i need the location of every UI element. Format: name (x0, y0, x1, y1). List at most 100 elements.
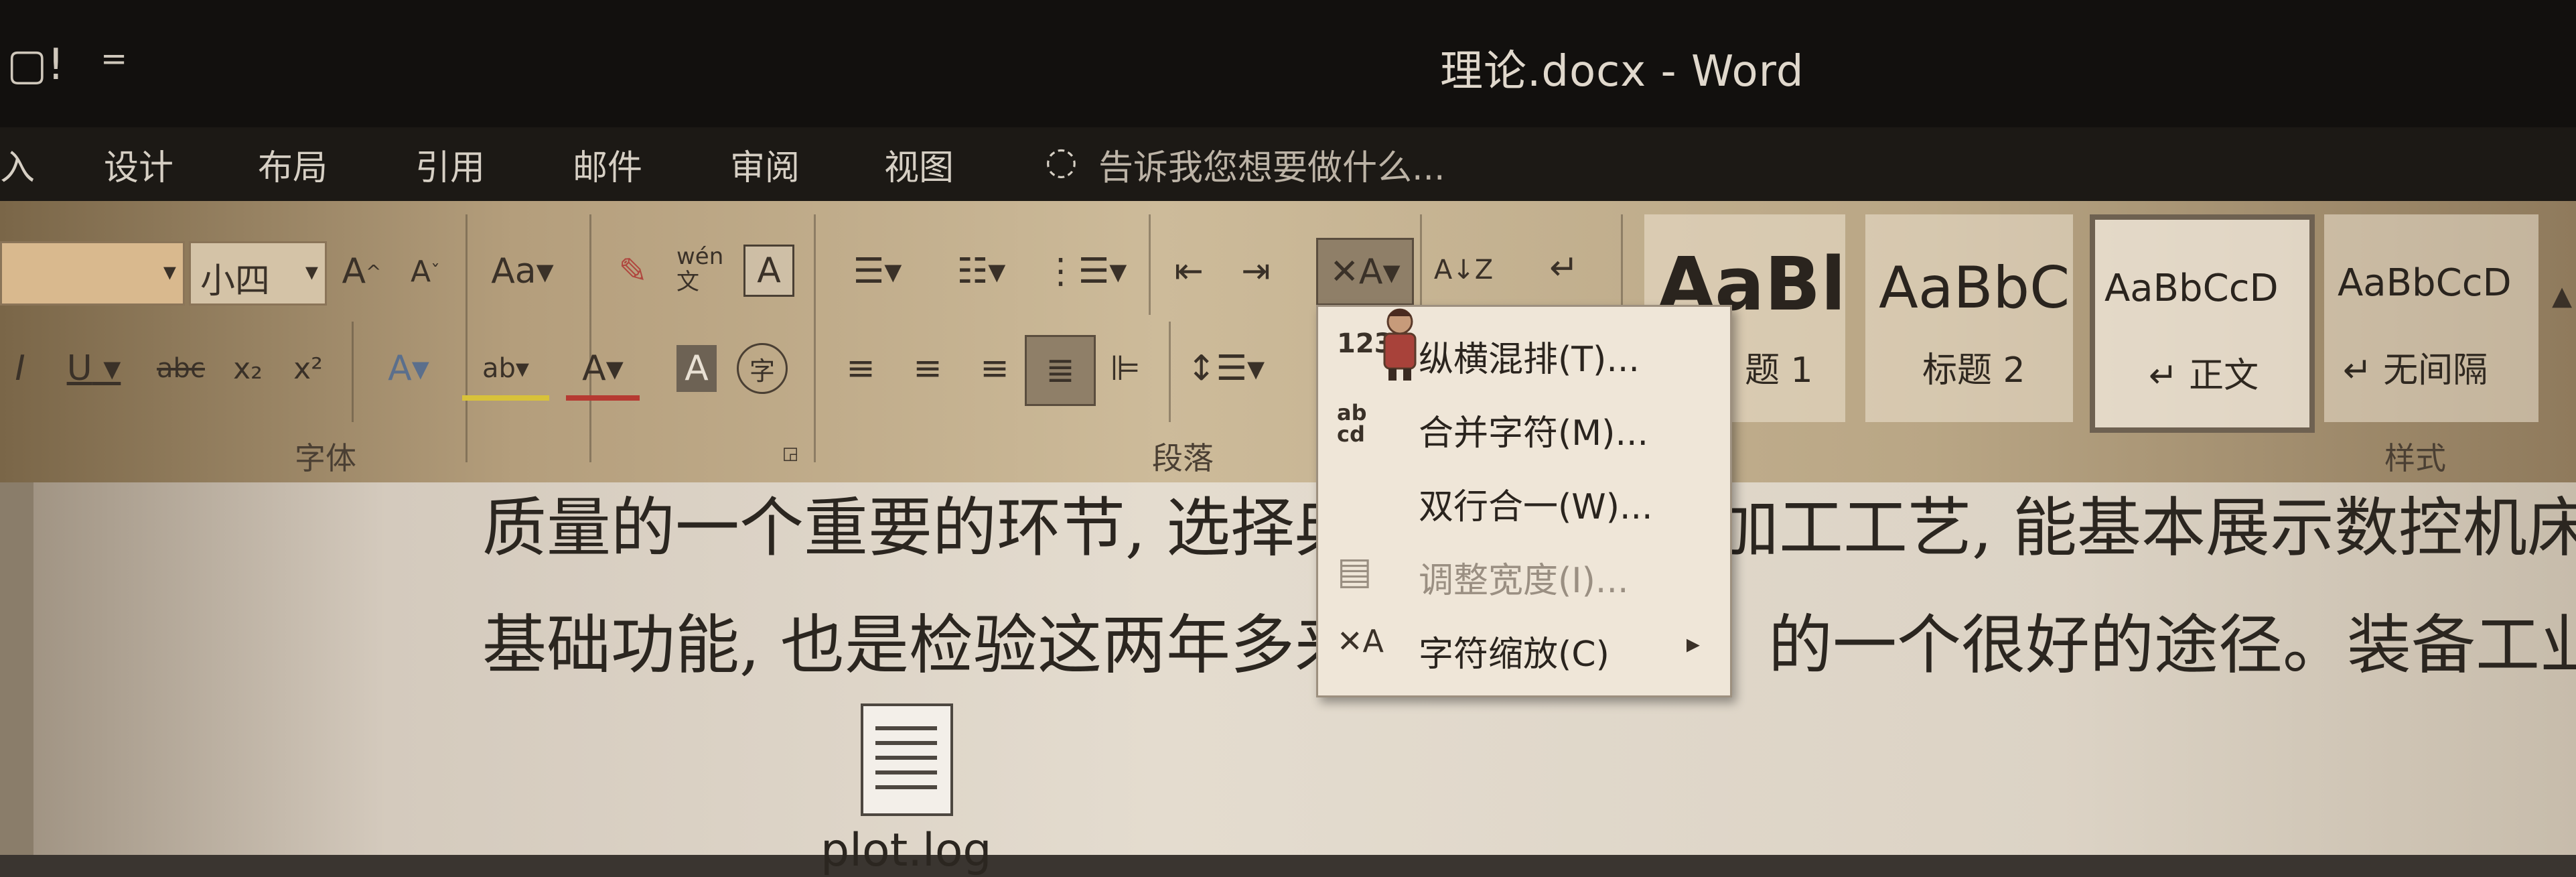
increase-indent-icon[interactable]: ⇥ (1229, 245, 1283, 298)
highlight-button[interactable]: ab ▾ (462, 342, 549, 401)
font-group-label: 字体 (295, 440, 356, 476)
submenu-arrow-icon: ▸ (1686, 628, 1700, 659)
style-preview: AaBbCcD (2338, 261, 2512, 305)
style-preview: AaBbCcD (2104, 267, 2279, 310)
line-spacing-button[interactable]: ↕☰▾ (1182, 342, 1269, 395)
grow-font-icon: A (342, 251, 366, 291)
tab-references[interactable]: 引用 (415, 139, 485, 190)
char-border-icon: A (757, 251, 781, 291)
distributed-icon[interactable]: ⊫ (1098, 342, 1152, 395)
shrink-font-icon: A (410, 254, 431, 289)
asian-layout-button[interactable]: ✕A ▾ (1316, 238, 1414, 306)
tab-review[interactable]: 审阅 (730, 139, 800, 190)
separator (1149, 214, 1151, 315)
tab-insert[interactable]: 入 (0, 139, 35, 190)
separator (1420, 214, 1422, 315)
show-marks-button[interactable]: ↵ (1541, 241, 1587, 295)
char-shading-button[interactable]: A (676, 345, 717, 392)
justify-icon[interactable]: ≣ (1025, 335, 1096, 406)
menu-item-label: 合并字符(M)... (1419, 413, 1649, 454)
menu-item-combine-characters[interactable]: ab cd 合并字符(M)... (1318, 387, 1730, 461)
font-size-value: 小四 (200, 261, 271, 301)
combine-characters-icon: ab cd (1337, 400, 1367, 447)
separator (1169, 322, 1171, 422)
grow-font-button[interactable]: A ^ (338, 245, 385, 298)
subscript-icon: x₂ (233, 351, 263, 386)
menu-item-label: 双行合一(W)... (1419, 487, 1653, 527)
menu-item-label: 调整宽度(I)... (1419, 561, 1629, 601)
align-left-icon[interactable]: ≡ (834, 342, 887, 395)
style-name: ↵ 无间隔 (2343, 350, 2488, 391)
separator (589, 214, 591, 462)
styles-scroll-up-icon[interactable]: ▴ (2549, 255, 2575, 335)
style-heading-2[interactable]: AaBbC 标题 2 (1865, 214, 2073, 422)
ribbon-tab-bar: 入 设计 布局 引用 邮件 审阅 视图 ◌ 告诉我您想要做什么... (0, 127, 2576, 201)
align-right-icon[interactable]: ≡ (968, 342, 1021, 395)
document-text-line[interactable]: 质量的一个重要的环节, 选择典 (482, 476, 1359, 569)
text-effects-button[interactable]: A ▾ (372, 342, 445, 395)
separator (352, 322, 354, 422)
menu-item-label: 纵横混排(T)... (1419, 340, 1640, 380)
superscript-icon: x² (293, 351, 323, 386)
underline-button[interactable]: U ▾ (60, 342, 127, 395)
title-bar: ▢! = 理论.docx - Word (0, 0, 2576, 127)
char-border-button[interactable]: A (743, 245, 794, 297)
cursor-avatar-icon (1383, 308, 1417, 381)
align-center-icon[interactable]: ≡ (901, 342, 954, 395)
chevron-down-icon: ▾ (305, 257, 318, 286)
window-title: 理论.docx - Word (1440, 47, 1804, 96)
customize-quick-access-icon[interactable]: = (100, 40, 127, 78)
text-effects-icon: A (388, 348, 412, 389)
font-color-button[interactable]: A ▾ (566, 342, 640, 401)
highlight-icon: ab (482, 353, 516, 384)
change-case-button[interactable]: Aa ▾ (482, 245, 563, 298)
enclose-char-button[interactable]: 字 (737, 343, 788, 394)
decrease-indent-icon[interactable]: ⇤ (1162, 245, 1216, 298)
bullets-button[interactable]: ☰▾ (834, 245, 921, 298)
sort-button[interactable]: A↓Z (1433, 238, 1494, 301)
italic-button[interactable]: I (3, 342, 37, 395)
file-icon[interactable] (861, 703, 953, 816)
font-name-dropdown[interactable]: ▾ (0, 241, 185, 306)
subscript-button[interactable]: x₂ (224, 342, 271, 395)
style-preview: AaBbC (1879, 255, 2070, 322)
paragraph-marks-icon: ↵ (1549, 248, 1579, 288)
char-shading-icon: A (685, 348, 709, 389)
menu-item-fit-text[interactable]: ▤ 调整宽度(I)... (1318, 535, 1730, 608)
font-dialog-launcher-icon[interactable]: ◲ (780, 444, 800, 464)
style-name: ↵ 正文 (2149, 356, 2259, 396)
numbering-button[interactable]: ☷▾ (938, 245, 1025, 298)
tab-view[interactable]: 视图 (884, 139, 954, 190)
sort-icon: A↓Z (1433, 254, 1494, 285)
tell-me-search[interactable]: 告诉我您想要做什么... (1098, 139, 1445, 190)
menu-item-two-lines-in-one[interactable]: 双行合一(W)... (1318, 461, 1730, 535)
menu-item-label: 字符缩放(C) (1419, 634, 1609, 675)
document-text-line[interactable]: 加工工艺, 能基本展示数控机床 (1715, 476, 2576, 569)
enclose-char-icon: 字 (749, 356, 775, 386)
style-no-spacing[interactable]: AaBbCcD ↵ 无间隔 (2324, 214, 2538, 422)
clear-formatting-icon[interactable]: ✎ (606, 245, 660, 298)
strikethrough-button[interactable]: abc (151, 342, 211, 395)
lightbulb-icon: ◌ (1045, 139, 1078, 183)
shrink-font-button[interactable]: Aˇ (402, 245, 449, 298)
separator (814, 214, 816, 462)
tab-mailings[interactable]: 邮件 (573, 139, 642, 190)
superscript-button[interactable]: x² (285, 342, 332, 395)
tab-layout[interactable]: 布局 (258, 139, 328, 190)
phonetic-guide-button[interactable]: wén文 (676, 238, 737, 301)
save-icon[interactable]: ▢! (7, 40, 64, 90)
strikethrough-icon: abc (157, 353, 205, 384)
separator (466, 214, 468, 462)
document-text-line[interactable]: 基础功能, 也是检验这两年多来 (482, 593, 1359, 686)
styles-group-label: 样式 (2384, 440, 2446, 476)
character-scaling-icon: ✕A (1337, 623, 1384, 659)
multilevel-list-button[interactable]: ⋮☰▾ (1042, 245, 1129, 298)
style-normal[interactable]: AaBbCcD ↵ 正文 (2090, 214, 2315, 433)
tab-design[interactable]: 设计 (104, 139, 173, 190)
font-size-dropdown[interactable]: 小四 ▾ (189, 241, 327, 306)
document-text-line[interactable]: 的一个很好的途径。装备工业的 (1768, 593, 2576, 686)
attachment-label[interactable]: plot.log (820, 824, 992, 877)
style-name: 标题 2 (1922, 350, 2025, 391)
menu-item-character-scaling[interactable]: ✕A 字符缩放(C) ▸ (1318, 608, 1730, 682)
asian-layout-icon: ✕A (1330, 251, 1383, 292)
